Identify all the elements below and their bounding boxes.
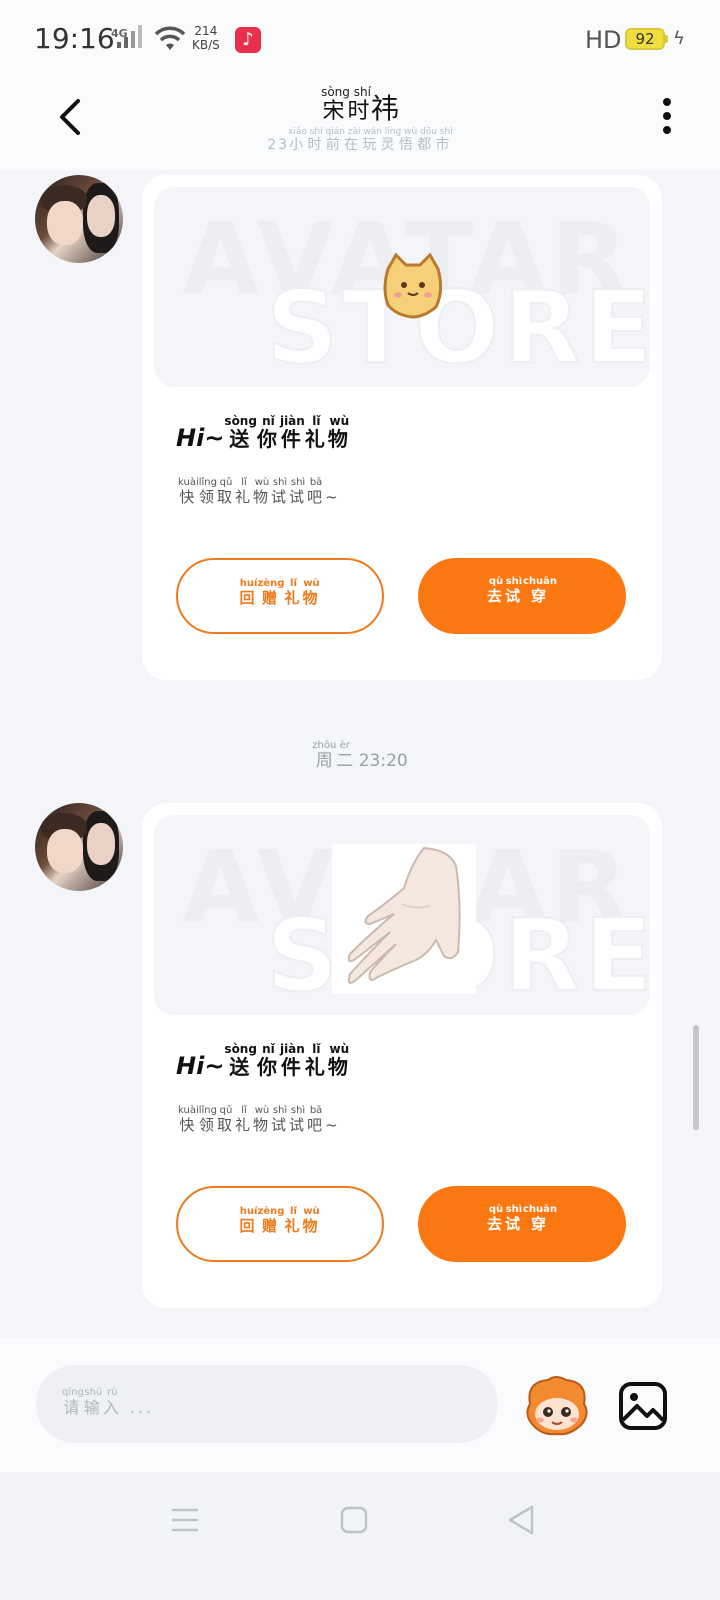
home-icon[interactable] <box>340 1506 368 1534</box>
gift-description: 快kuài领lǐng取qǔ礼lǐ物wù试shì试shì吧bā~ <box>178 477 341 506</box>
gift-message-card[interactable]: AVATAR STORE Hi~送sòng你nǐ件jiàn礼lǐ物wù 快kuà… <box>142 175 662 680</box>
heading-prefix: Hi~ <box>176 424 225 452</box>
gift-banner: AVATAR STORE <box>154 815 650 1015</box>
wifi-icon <box>154 26 186 50</box>
sender-avatar[interactable] <box>35 175 123 263</box>
title-extra: 祎 <box>370 92 399 125</box>
banner-watermark-store: STORE <box>265 268 650 387</box>
network-speed: 214 KB/S <box>192 24 220 52</box>
charging-icon: ϟ <box>673 28 685 49</box>
gift-message-card[interactable]: AVATAR STORE Hi~送sòng你nǐ件jiàn礼lǐ物wù 快kuà… <box>142 803 662 1308</box>
scrollbar-thumb[interactable] <box>693 1025 699 1130</box>
nav-back-icon[interactable] <box>506 1504 536 1536</box>
music-app-icon: ♪ <box>235 27 261 53</box>
input-placeholder: 请qǐng输shū入rù ... <box>62 1387 155 1417</box>
speed-value: 214 <box>194 24 218 38</box>
gift-heading: Hi~送sòng你nǐ件jiàn礼lǐ物wù <box>176 414 351 452</box>
page-title: 宋时sòng shí 祎 <box>260 85 460 127</box>
glove-icon <box>347 846 461 984</box>
online-status: 23小时前在玩灵悟都市xiǎo shí qián zài wán líng wù… <box>200 127 520 154</box>
try-on-button[interactable]: 去qù试shì穿chuān <box>418 1186 626 1262</box>
back-arrow-icon[interactable] <box>54 95 94 139</box>
return-gift-button[interactable]: 回huí赠zèng礼lǐ物wù <box>176 1186 384 1262</box>
battery-icon: 92 <box>625 28 665 50</box>
divider-time: 23:20 <box>358 751 408 771</box>
battery-tip <box>665 35 668 43</box>
gift-heading: Hi~送sòng你nǐ件jiàn礼lǐ物wù <box>176 1042 351 1080</box>
subtitle-pinyin: xiǎo shí qián zài wán líng wù dōu shì <box>288 127 453 137</box>
title-han: 宋时 <box>321 99 371 124</box>
return-gift-label: 回huí赠zèng礼lǐ物wù <box>239 578 321 607</box>
subtitle-prefix: 23 <box>267 137 290 153</box>
gift-banner: AVATAR STORE <box>154 187 650 387</box>
return-gift-label: 回huí赠zèng礼lǐ物wù <box>239 1206 321 1235</box>
subtitle-han: 小时前在玩灵悟都市 <box>288 137 453 153</box>
signal-icon <box>117 25 142 48</box>
try-on-label: 去qù试shì穿chuān <box>486 576 558 605</box>
glove-gift-image <box>332 844 476 994</box>
return-gift-button[interactable]: 回huí赠zèng礼lǐ物wù <box>176 558 384 634</box>
try-on-label: 去qù试shì穿chuān <box>486 1204 558 1233</box>
title-pinyin: sòng shí <box>321 85 371 99</box>
time-divider: 周zhōu二èr 23:20 <box>312 740 408 771</box>
cat-bread-gift-icon <box>383 252 443 319</box>
mascot-emoji-icon[interactable] <box>522 1374 592 1436</box>
hd-indicator: HD <box>585 26 622 54</box>
more-options-icon[interactable] <box>652 96 682 140</box>
status-time: 19:16 <box>34 22 115 55</box>
speed-unit: KB/S <box>192 38 220 52</box>
system-nav-bar <box>0 1472 720 1600</box>
try-on-button[interactable]: 去qù试shì穿chuān <box>418 558 626 634</box>
image-picker-icon[interactable] <box>617 1380 669 1432</box>
sender-avatar[interactable] <box>35 803 123 891</box>
gift-description: 快kuài领lǐng取qǔ礼lǐ物wù试shì试shì吧bā~ <box>178 1105 341 1134</box>
recent-apps-icon[interactable] <box>170 1506 200 1534</box>
heading-prefix: Hi~ <box>176 1052 225 1080</box>
